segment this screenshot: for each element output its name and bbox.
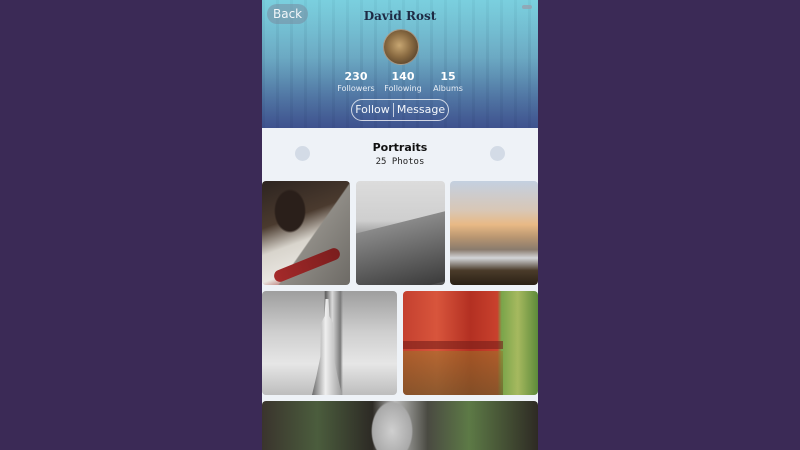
following-label: Following	[384, 84, 422, 93]
profile-header: Back David Rost 230 Followers 140 Follow…	[262, 0, 538, 128]
albums-count: 15	[440, 70, 456, 83]
album-header: Portraits 25 Photos	[262, 128, 538, 180]
message-button[interactable]: Message	[394, 100, 448, 120]
followers-label: Followers	[337, 84, 375, 93]
albums-label: Albums	[433, 84, 463, 93]
stat-albums[interactable]: 15 Albums	[423, 70, 473, 95]
stat-following[interactable]: 140 Following	[378, 70, 428, 95]
photo-guitarist[interactable]	[262, 181, 350, 285]
follow-button[interactable]: Follow	[352, 100, 393, 120]
photo-misty-valley[interactable]	[450, 181, 538, 285]
ridge-shape	[356, 208, 445, 285]
profile-screen: Back David Rost 230 Followers 140 Follow…	[262, 0, 538, 450]
next-dot[interactable]	[490, 146, 505, 161]
photo-ground-plants[interactable]	[262, 401, 538, 450]
statue-shape	[312, 299, 342, 395]
barrel-band	[403, 341, 503, 349]
profile-stats: 230 Followers 140 Following 15 Albums	[262, 70, 538, 96]
photo-red-barrel[interactable]	[403, 291, 538, 395]
photo-hillside[interactable]	[356, 181, 445, 285]
followers-count: 230	[344, 70, 368, 83]
profile-name: David Rost	[363, 9, 437, 23]
stat-followers[interactable]: 230 Followers	[331, 70, 381, 95]
following-count: 140	[391, 70, 415, 83]
photo-statue[interactable]	[262, 291, 397, 395]
profile-actions: Follow Message	[351, 99, 449, 121]
barrel-rust	[403, 351, 503, 395]
avatar[interactable]	[383, 29, 419, 65]
guitar-shape	[272, 246, 342, 284]
